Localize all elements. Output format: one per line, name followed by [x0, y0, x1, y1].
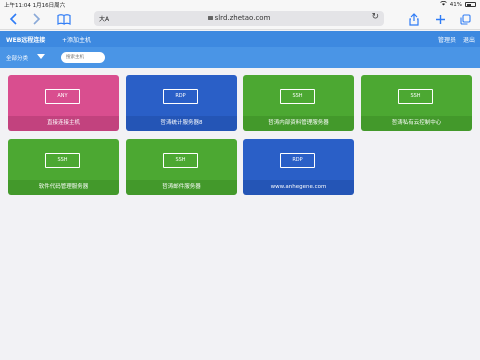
reload-icon[interactable]: ↻: [371, 12, 379, 22]
app-header: WEB远程连接 +添加主机 管理员 退出: [0, 31, 480, 47]
share-icon[interactable]: [407, 11, 421, 27]
host-tile-header: SSH: [243, 75, 354, 116]
host-tile[interactable]: RDP 哲涛统计服务器8: [126, 75, 237, 131]
host-name: 软件代码管理服务器: [8, 180, 119, 195]
host-name: 哲涛内部资料管理服务器: [243, 116, 354, 131]
group-select-label[interactable]: 全部分类: [6, 54, 28, 62]
protocol-badge: SSH: [280, 89, 315, 104]
host-name: 直接连接主机: [8, 116, 119, 131]
host-name: www.anhegene.com: [243, 180, 354, 195]
lock-icon: [207, 16, 213, 20]
host-tile-header: ANY: [8, 75, 119, 116]
host-tile-header: SSH: [8, 139, 119, 180]
bookmarks-icon[interactable]: [56, 11, 72, 27]
host-name: 哲涛邮件服务器: [126, 180, 237, 195]
protocol-badge: ANY: [45, 89, 80, 104]
search-input[interactable]: [61, 52, 105, 63]
host-name: 哲涛统计服务器8: [126, 116, 237, 131]
host-tile-header: RDP: [243, 139, 354, 180]
add-host-link[interactable]: +添加主机: [62, 35, 91, 44]
host-tile[interactable]: SSH 哲涛内部资料管理服务器: [243, 75, 354, 131]
host-tile[interactable]: ANY 直接连接主机: [8, 75, 119, 131]
status-bar: 上午11:04 1月16日周六 41%: [0, 0, 480, 9]
wifi-icon: [439, 0, 447, 8]
back-icon[interactable]: [6, 11, 20, 27]
app-title[interactable]: WEB远程连接: [6, 35, 45, 44]
host-tile[interactable]: RDP www.anhegene.com: [243, 139, 354, 195]
status-right: 41%: [439, 0, 476, 8]
chevron-down-icon[interactable]: [37, 54, 45, 59]
new-tab-icon[interactable]: [433, 11, 447, 27]
address-bar[interactable]: 大A slrd.zhetao.com ↻: [94, 11, 384, 26]
filter-bar: 全部分类: [0, 47, 480, 68]
host-tile-header: RDP: [126, 75, 237, 116]
admin-link[interactable]: 管理员: [438, 35, 456, 44]
url-text: slrd.zhetao.com: [214, 14, 271, 22]
host-tile-header: SSH: [361, 75, 472, 116]
battery-icon: [465, 2, 476, 7]
host-tile[interactable]: SSH 哲涛邮件服务器: [126, 139, 237, 195]
battery-percent: 41%: [449, 1, 462, 8]
protocol-badge: SSH: [45, 153, 80, 168]
host-name: 哲涛私有云控制中心: [361, 116, 472, 131]
host-tile-header: SSH: [126, 139, 237, 180]
protocol-badge: RDP: [163, 89, 198, 104]
logout-link[interactable]: 退出: [463, 35, 475, 44]
protocol-badge: SSH: [163, 153, 198, 168]
forward-icon[interactable]: [30, 11, 44, 27]
host-tile[interactable]: SSH 哲涛私有云控制中心: [361, 75, 472, 131]
protocol-badge: SSH: [398, 89, 433, 104]
protocol-badge: RDP: [280, 153, 315, 168]
tabs-icon[interactable]: [458, 11, 472, 27]
address-url: slrd.zhetao.com: [94, 14, 384, 22]
host-tile[interactable]: SSH 软件代码管理服务器: [8, 139, 119, 195]
browser-toolbar: 大A slrd.zhetao.com ↻: [0, 8, 480, 30]
